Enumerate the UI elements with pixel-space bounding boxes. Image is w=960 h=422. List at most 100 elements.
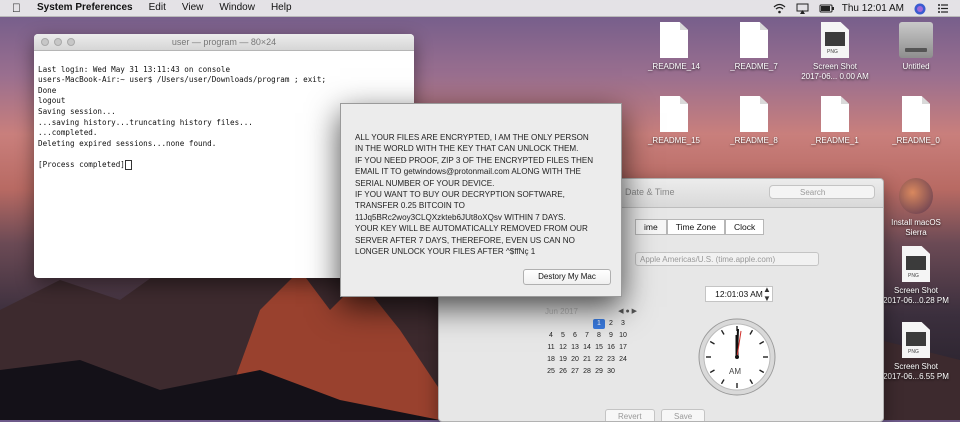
wifi-icon[interactable] <box>773 3 786 14</box>
siri-icon[interactable] <box>914 3 927 14</box>
desktop-icon-readme-7[interactable]: _README_7 <box>714 22 794 72</box>
calendar-day[interactable]: 6 <box>569 331 581 341</box>
calendar-month: Jun 2017 <box>545 307 578 316</box>
desktop-icon-label: Screen Shot 2017-06...0.28 PM <box>883 286 949 305</box>
calendar-day[interactable]: 7 <box>581 331 593 341</box>
calendar-day <box>545 319 557 329</box>
tab-time-zone[interactable]: Time Zone <box>666 219 726 235</box>
menu-help[interactable]: Help <box>271 0 292 16</box>
desktop-icon-readme-15[interactable]: _README_15 <box>634 96 714 146</box>
tab-clock[interactable]: Clock <box>725 219 765 235</box>
calendar-day[interactable]: 5 <box>557 331 569 341</box>
calendar-day[interactable]: 11 <box>545 343 557 353</box>
desktop-icon-untitled-disk[interactable]: Untitled <box>876 22 956 72</box>
calendar-day[interactable]: 25 <box>545 367 557 377</box>
calendar-nav[interactable]: ◀ ● ▶ <box>618 307 637 315</box>
document-icon <box>740 96 768 132</box>
calendar-day[interactable]: 19 <box>557 355 569 365</box>
terminal-title: user — program — 80×24 <box>171 37 277 47</box>
calendar-day[interactable]: 2 <box>605 319 617 329</box>
save-button[interactable]: Save <box>661 409 706 421</box>
document-icon <box>902 96 930 132</box>
desktop-icon-label: Screen Shot 2017-06... 0.00 AM <box>801 62 869 81</box>
desktop-icon-label: Untitled <box>902 62 930 71</box>
calendar: Jun 2017 ◀ ● ▶ 1 2 3 4 5 6 7 8 9 10 11 12 13 14 15 16 17… <box>545 307 637 377</box>
calendar-day[interactable]: 15 <box>593 343 605 353</box>
image-file-icon: PNG <box>902 246 930 282</box>
calendar-day[interactable]: 29 <box>593 367 605 377</box>
ransom-dialog[interactable]: ALL YOUR FILES ARE ENCRYPTED, I AM THE O… <box>340 103 622 297</box>
search-input[interactable]: Search <box>769 185 875 199</box>
calendar-day[interactable]: 18 <box>545 355 557 365</box>
clock-face-icon <box>698 318 776 396</box>
desktop-icon-readme-8[interactable]: _README_8 <box>714 96 794 146</box>
calendar-day <box>617 367 629 377</box>
desktop-icon-label: _README_14 <box>647 62 701 71</box>
calendar-grid: 1 2 3 4 5 6 7 8 9 10 11 12 13 14 15 16 17 18 19 20 21 22 23 24 2… <box>545 319 637 377</box>
desktop-icon-label: _README_15 <box>647 136 701 145</box>
calendar-day[interactable]: 24 <box>617 355 629 365</box>
desktop-icon-readme-0[interactable]: _README_0 <box>876 96 956 146</box>
calendar-day[interactable]: 4 <box>545 331 557 341</box>
calendar-day[interactable]: 30 <box>605 367 617 377</box>
analog-clock: AM <box>697 317 777 402</box>
calendar-day[interactable]: 17 <box>617 343 629 353</box>
prefs-tabs: ime Time Zone Clock <box>635 219 765 235</box>
airplay-icon[interactable] <box>796 3 809 14</box>
image-file-icon: PNG <box>821 22 849 58</box>
battery-icon[interactable] <box>819 3 834 14</box>
hard-disk-icon <box>899 22 933 58</box>
document-icon <box>660 22 688 58</box>
menu-app-name[interactable]: System Preferences <box>37 0 133 16</box>
desktop-icon-screenshot-1[interactable]: PNG Screen Shot 2017-06... 0.00 AM <box>795 22 875 82</box>
calendar-day[interactable]: 26 <box>557 367 569 377</box>
calendar-day[interactable]: 20 <box>569 355 581 365</box>
calendar-day[interactable]: 1 <box>593 319 605 329</box>
calendar-day <box>569 319 581 329</box>
menu-window[interactable]: Window <box>219 0 255 16</box>
clock-ampm: AM <box>729 367 741 376</box>
menu-clock[interactable]: Thu 12:01 AM <box>842 3 904 14</box>
terminal-line: users-MacBook-Air:~ user$ /Users/user/Do… <box>38 75 327 85</box>
desktop-icon-install-macos[interactable]: Install macOS Sierra <box>876 178 956 238</box>
desktop-icon-label: _README_0 <box>892 136 940 145</box>
calendar-day[interactable]: 21 <box>581 355 593 365</box>
calendar-day[interactable]: 13 <box>569 343 581 353</box>
calendar-day[interactable]: 8 <box>593 331 605 341</box>
desktop-icon-label: _README_1 <box>811 136 859 145</box>
destroy-my-mac-button[interactable]: Destory My Mac <box>523 269 611 285</box>
calendar-header: Jun 2017 ◀ ● ▶ <box>545 307 637 319</box>
terminal-cursor <box>124 159 132 170</box>
calendar-day[interactable]: 9 <box>605 331 617 341</box>
menu-edit[interactable]: Edit <box>149 0 166 16</box>
revert-button[interactable]: Revert <box>605 409 655 421</box>
calendar-day[interactable]: 16 <box>605 343 617 353</box>
desktop-icon-screenshot-3[interactable]: PNG Screen Shot 2017-06...6.55 PM <box>876 322 956 382</box>
calendar-day[interactable]: 27 <box>569 367 581 377</box>
terminal-titlebar[interactable]: user — program — 80×24 <box>34 34 414 51</box>
apple-menu-icon[interactable]:  <box>12 0 21 16</box>
desktop-icon-readme-14[interactable]: _README_14 <box>634 22 714 72</box>
calendar-day <box>581 319 593 329</box>
calendar-day[interactable]: 28 <box>581 367 593 377</box>
calendar-day[interactable]: 10 <box>617 331 629 341</box>
calendar-day[interactable]: 22 <box>593 355 605 365</box>
time-server-select[interactable]: Apple Americas/U.S. (time.apple.com) <box>635 252 819 266</box>
calendar-day[interactable]: 23 <box>605 355 617 365</box>
calendar-day[interactable]: 14 <box>581 343 593 353</box>
document-icon <box>660 96 688 132</box>
desktop-icon-screenshot-2[interactable]: PNG Screen Shot 2017-06...0.28 PM <box>876 246 956 306</box>
terminal-line: Last login: Wed May 31 13:11:43 on conso… <box>38 64 231 74</box>
time-stepper[interactable]: ▲ ▼ <box>763 285 771 303</box>
calendar-day[interactable]: 12 <box>557 343 569 353</box>
notification-center-icon[interactable] <box>937 3 950 14</box>
document-icon <box>740 22 768 58</box>
ransom-message: ALL YOUR FILES ARE ENCRYPTED, I AM THE O… <box>355 133 594 257</box>
desktop-icon-label: _README_7 <box>730 62 778 71</box>
menu-view[interactable]: View <box>182 0 204 16</box>
desktop-icon-readme-1[interactable]: _README_1 <box>795 96 875 146</box>
installer-icon <box>899 178 933 214</box>
terminal-line: Done <box>38 85 57 95</box>
tab-date-time[interactable]: ime <box>635 219 667 235</box>
calendar-day[interactable]: 3 <box>617 319 629 329</box>
